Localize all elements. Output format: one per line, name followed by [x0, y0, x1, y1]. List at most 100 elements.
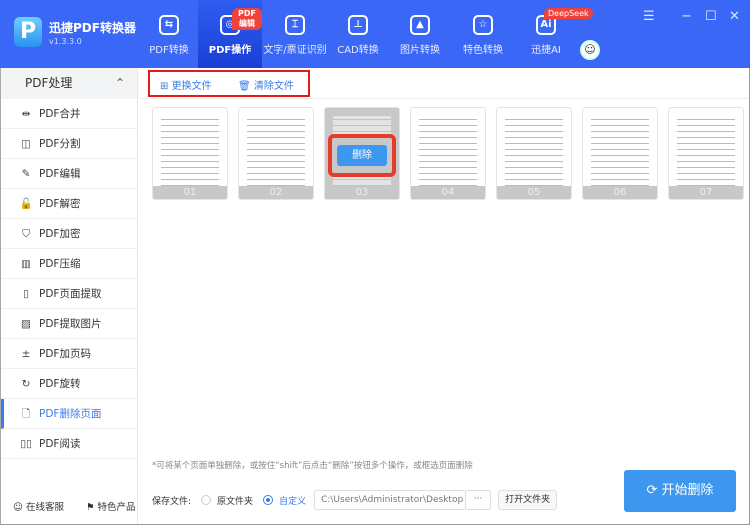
clear-file-button[interactable]: 🗑 清除文件: [238, 77, 294, 92]
tab-label: 迅捷AI: [531, 45, 561, 56]
file-add-icon: ⊞: [160, 81, 169, 92]
sidebar-item-label: PDF合并: [39, 108, 81, 120]
page-number: 02: [239, 186, 313, 199]
page-number: 07: [669, 186, 743, 199]
tab-ai[interactable]: Ai 迅捷AI DeepSeek: [514, 0, 593, 68]
sidebar-item-8[interactable]: ± PDF加页码: [1, 339, 137, 369]
sidebar-item-label: PDF编辑: [39, 168, 81, 180]
app-name: 迅捷PDF转换器: [49, 21, 136, 35]
sidebar-item-label: PDF加页码: [39, 348, 91, 360]
tool-icon: ▯: [23, 288, 29, 300]
sidebar-item-label: PDF提取图片: [39, 318, 102, 330]
tool-icon: ◫: [21, 138, 31, 150]
tab-gear[interactable]: ◎ PDF操作 PDF编辑: [198, 0, 262, 68]
tab-label: 图片转换: [400, 45, 440, 56]
sidebar-item-9[interactable]: ↻ PDF旋转: [1, 369, 137, 399]
radio-original-folder[interactable]: [201, 495, 212, 505]
sidebar-item-11[interactable]: ▯▯ PDF阅读: [1, 429, 137, 459]
sidebar: PDF处理 ⌃ ⇹ PDF合并 ◫ PDF分割 ✎ PDF编辑 🔓 PDF解密 ⛉ PDF加密 ▥ P…: [0, 68, 138, 525]
page-thumbnail[interactable]: 07: [668, 107, 744, 200]
star-icon: ☆: [473, 15, 493, 35]
open-folder-button[interactable]: 打开文件夹: [498, 490, 558, 510]
tab-image[interactable]: ▲ 图片转换: [388, 0, 452, 68]
app-version: v1.3.3.0: [49, 37, 82, 46]
sidebar-item-label: PDF解密: [39, 198, 81, 210]
sidebar-item-6[interactable]: ▯ PDF页面提取: [1, 279, 137, 309]
online-service-button[interactable]: ☺ 在线客服: [13, 499, 64, 513]
tab-cad[interactable]: ⊥ CAD转换: [326, 0, 390, 68]
tool-icon: ▯▯: [20, 438, 32, 450]
sidebar-header-label: PDF处理: [25, 76, 73, 90]
sidebar-item-10[interactable]: 🗋 PDF删除页面: [1, 399, 137, 429]
avatar[interactable]: ☺: [580, 40, 600, 60]
delete-page-button[interactable]: 删除: [337, 145, 387, 166]
original-folder-label: 原文件夹: [217, 496, 254, 507]
tab-star[interactable]: ☆ 特色转换: [451, 0, 515, 68]
tool-icon: ±: [21, 348, 31, 360]
cad-icon: ⊥: [348, 15, 368, 35]
featured-products-button[interactable]: ⚑ 特色产品: [86, 499, 136, 513]
maximize-icon[interactable]: ☐: [705, 9, 717, 24]
delete-highlight: 删除: [328, 134, 396, 177]
page-preview: [591, 116, 649, 187]
start-delete-button[interactable]: ⟳ 开始删除: [624, 470, 736, 512]
custom-folder-label: 自定义: [279, 496, 307, 507]
tab-label: CAD转换: [337, 45, 379, 56]
sidebar-item-3[interactable]: 🔓 PDF解密: [1, 189, 137, 219]
page-thumbnail[interactable]: 02: [238, 107, 314, 200]
sidebar-item-4[interactable]: ⛉ PDF加密: [1, 219, 137, 249]
hint-text: *可将某个页面单独删除，或按住“shift”后点击“删除”按钮多个操作，或框选页…: [152, 461, 473, 471]
save-path-input[interactable]: C:\Users\Administrator\Desktop: [314, 490, 467, 510]
replace-file-button[interactable]: ⊞ 更换文件: [160, 77, 212, 92]
image-icon: ▲: [410, 15, 430, 35]
sidebar-item-label: PDF删除页面: [39, 408, 102, 420]
sidebar-item-label: PDF页面提取: [39, 288, 102, 300]
tab-label: PDF转换: [149, 45, 189, 56]
page-thumbnail[interactable]: 03 删除: [324, 107, 400, 200]
tab-scan[interactable]: ⌶ 文字/票证识别: [260, 0, 330, 68]
radio-custom-folder[interactable]: [263, 495, 274, 505]
sidebar-item-0[interactable]: ⇹ PDF合并: [1, 99, 137, 129]
page-preview: [677, 116, 735, 187]
page-thumbnail[interactable]: 01: [152, 107, 228, 200]
file-toolbar: ⊞ 更换文件 🗑 清除文件: [148, 70, 310, 97]
close-icon[interactable]: ✕: [729, 9, 740, 24]
clear-file-label: 清除文件: [253, 81, 294, 92]
online-service-label: 在线客服: [25, 502, 64, 513]
sidebar-item-1[interactable]: ◫ PDF分割: [1, 129, 137, 159]
page-number: 04: [411, 186, 485, 199]
sidebar-item-5[interactable]: ▥ PDF压缩: [1, 249, 137, 279]
save-label: 保存文件:: [152, 496, 192, 507]
tab-label: 文字/票证识别: [263, 45, 327, 56]
divider: [139, 98, 750, 99]
refresh-icon: ⟳: [646, 483, 658, 498]
start-delete-label: 开始删除: [661, 483, 714, 498]
tool-icon: ▥: [21, 258, 31, 270]
tab-label: 特色转换: [463, 45, 503, 56]
tool-icon: ✎: [21, 168, 31, 180]
sidebar-item-label: PDF阅读: [39, 438, 81, 450]
app-logo: P: [14, 17, 42, 47]
page-number: 03: [325, 186, 399, 199]
sidebar-item-7[interactable]: ▨ PDF提取图片: [1, 309, 137, 339]
browse-button[interactable]: ···: [466, 490, 492, 510]
page-thumbnail[interactable]: 06: [582, 107, 658, 200]
tool-icon: 🗋: [21, 408, 31, 420]
page-thumbnail[interactable]: 04: [410, 107, 486, 200]
tab-convert[interactable]: ⇆ PDF转换: [137, 0, 201, 68]
tab-badge: DeepSeek: [544, 8, 593, 19]
sidebar-item-label: PDF旋转: [39, 378, 81, 390]
menu-icon[interactable]: ☰: [643, 9, 655, 24]
page-preview: [161, 116, 219, 187]
sidebar-item-2[interactable]: ✎ PDF编辑: [1, 159, 137, 189]
chevron-up-icon[interactable]: ⌃: [115, 68, 125, 99]
chat-icon: ☺: [13, 502, 23, 513]
sidebar-item-label: PDF分割: [39, 138, 81, 150]
page-thumbnail[interactable]: 05: [496, 107, 572, 200]
tool-icon: ▨: [21, 318, 31, 330]
featured-products-label: 特色产品: [97, 502, 136, 513]
minimize-icon[interactable]: −: [681, 9, 692, 24]
sidebar-section-header[interactable]: PDF处理 ⌃: [1, 68, 137, 99]
page-preview: [247, 116, 305, 187]
tab-label: PDF操作: [208, 45, 252, 56]
